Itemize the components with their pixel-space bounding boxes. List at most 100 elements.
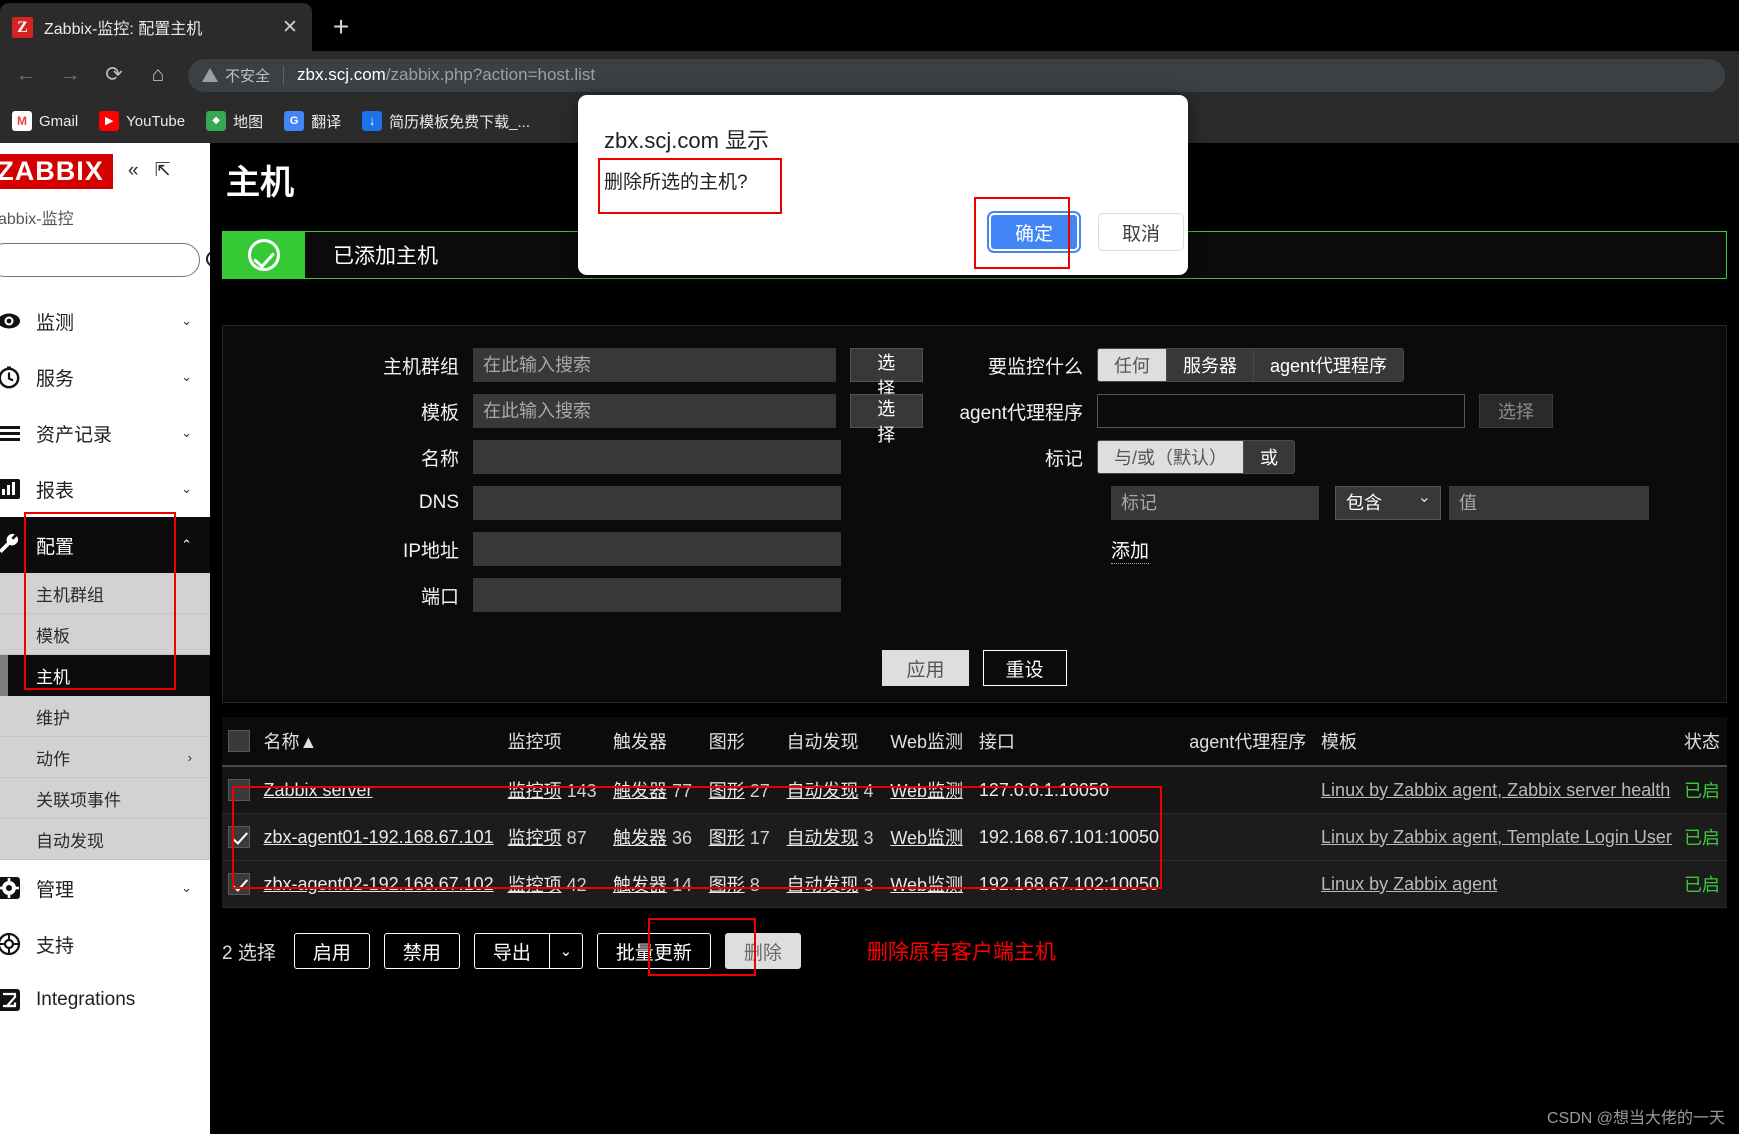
sidebar-item-services[interactable]: 服务 ⌄	[0, 349, 210, 405]
templates-select-button[interactable]: 选择	[849, 394, 923, 445]
items-link[interactable]: 监控项	[508, 781, 562, 801]
collapse-sidebar-icon[interactable]: «	[128, 161, 139, 180]
tag-value-input[interactable]	[1449, 486, 1649, 520]
check-circle-icon	[248, 239, 280, 271]
tag-name-input[interactable]	[1111, 486, 1319, 520]
sidebar-subitem-event-correlation[interactable]: 关联项事件	[0, 778, 210, 819]
proxy-input[interactable]	[1097, 394, 1465, 428]
sidebar-subitem-actions[interactable]: 动作 ›	[0, 737, 210, 778]
enable-button[interactable]: 启用	[293, 933, 370, 969]
graphs-link[interactable]: 图形	[709, 875, 745, 895]
monitored-by-option-any[interactable]: 任何	[1097, 348, 1167, 382]
host-groups-select-button[interactable]: 选择	[849, 348, 923, 399]
javascript-confirm-dialog: zbx.scj.com 显示 删除所选的主机? 确定 取消	[578, 95, 1188, 275]
items-link[interactable]: 监控项	[508, 828, 562, 848]
sidebar-item-administration[interactable]: 管理 ⌄	[0, 860, 210, 916]
bookmark-gmail[interactable]: M Gmail	[4, 107, 86, 135]
search-input[interactable]	[7, 251, 206, 269]
ip-address-input[interactable]	[473, 532, 841, 566]
monitored-by-option-proxy[interactable]: agent代理程序	[1254, 348, 1405, 382]
back-icon[interactable]: ←	[8, 57, 44, 93]
subitem-label: 关联项事件	[36, 790, 121, 810]
filter-label: DNS	[418, 492, 459, 513]
col-header-name[interactable]: 名称▲	[257, 717, 502, 767]
web-link[interactable]: Web监测	[890, 828, 963, 848]
web-link[interactable]: Web监测	[890, 875, 963, 895]
bookmark-translate[interactable]: G 翻译	[276, 107, 349, 136]
row-checkbox[interactable]	[228, 779, 250, 802]
bookmark-youtube[interactable]: ▶ YouTube	[91, 107, 193, 135]
select-all-checkbox[interactable]	[228, 730, 250, 753]
sidebar-item-monitoring[interactable]: 监测 ⌄	[0, 293, 210, 349]
sidebar-subitem-templates[interactable]: 模板	[0, 614, 210, 655]
sidebar-item-support[interactable]: 支持	[0, 916, 210, 972]
discovery-link[interactable]: 自动发现	[787, 828, 859, 848]
triggers-link[interactable]: 触发器	[613, 781, 667, 801]
triggers-link[interactable]: 触发器	[613, 875, 667, 895]
sidebar-item-configuration[interactable]: 配置 ⌃	[0, 517, 210, 573]
chevron-right-icon: ›	[187, 749, 192, 765]
close-tab-icon[interactable]: ✕	[278, 16, 302, 39]
templates-input[interactable]	[473, 394, 836, 428]
row-checkbox[interactable]	[228, 873, 250, 896]
host-name-link[interactable]: zbx-agent02-192.168.67.102	[264, 874, 494, 894]
tag-condition-select[interactable]: 包含	[1335, 486, 1441, 520]
sidebar-item-reports[interactable]: 报表 ⌄	[0, 461, 210, 517]
delete-button[interactable]: 删除	[724, 933, 801, 969]
mass-update-button[interactable]: 批量更新	[596, 933, 711, 969]
items-link[interactable]: 监控项	[508, 875, 562, 895]
sidebar-item-inventory[interactable]: 资产记录 ⌄	[0, 405, 210, 461]
host-name-link[interactable]: Zabbix server	[264, 780, 373, 800]
row-triggers-cell: 触发器 77	[606, 766, 703, 814]
monitored-by-option-server[interactable]: 服务器	[1167, 348, 1254, 382]
templates-link[interactable]: Linux by Zabbix agent	[1321, 874, 1497, 894]
dialog-cancel-button[interactable]: 取消	[1098, 213, 1184, 251]
templates-link[interactable]: Linux by Zabbix agent, Zabbix server hea…	[1321, 780, 1670, 800]
row-checkbox[interactable]	[228, 826, 250, 849]
web-link[interactable]: Web监测	[890, 781, 963, 801]
add-tag-link[interactable]: 添加	[1111, 536, 1150, 564]
chevron-down-icon[interactable]: ⌄	[548, 933, 583, 969]
templates-link[interactable]: Linux by Zabbix agent, Template Login Us…	[1321, 827, 1672, 847]
disable-button[interactable]: 禁用	[383, 933, 460, 969]
reload-icon[interactable]: ⟳	[96, 57, 132, 93]
sidebar-subitem-hosts[interactable]: 主机	[0, 655, 210, 696]
port-input[interactable]	[473, 578, 841, 612]
status-badge[interactable]: 已启	[1684, 781, 1720, 801]
forward-icon[interactable]: →	[52, 57, 88, 93]
tag-operator-or[interactable]: 或	[1244, 440, 1296, 474]
dialog-ok-button[interactable]: 确定	[987, 211, 1081, 253]
zabbix-logo[interactable]: ZABBIX	[0, 154, 113, 189]
sidebar-subitem-host-groups[interactable]: 主机群组	[0, 573, 210, 614]
host-groups-input[interactable]	[473, 348, 836, 382]
tag-operator-andor[interactable]: 与/或（默认）	[1097, 440, 1245, 474]
sidebar-subitem-maintenance[interactable]: 维护	[0, 696, 210, 737]
sidebar-item-integrations[interactable]: Integrations	[0, 972, 210, 1028]
discovery-count: 3	[863, 875, 874, 895]
bookmark-maps[interactable]: ◆ 地图	[198, 107, 271, 136]
sidebar-search[interactable]	[0, 243, 210, 277]
new-tab-button[interactable]: +	[324, 11, 358, 45]
graphs-link[interactable]: 图形	[709, 828, 745, 848]
status-badge[interactable]: 已启	[1684, 875, 1720, 895]
status-badge[interactable]: 已启	[1684, 828, 1720, 848]
apply-button[interactable]: 应用	[882, 650, 969, 686]
graphs-link[interactable]: 图形	[709, 781, 745, 801]
reset-button[interactable]: 重设	[982, 650, 1067, 686]
discovery-link[interactable]: 自动发现	[787, 875, 859, 895]
browser-tab[interactable]: Z Zabbix-监控: 配置主机 ✕	[0, 3, 312, 51]
dns-input[interactable]	[473, 486, 841, 520]
address-bar[interactable]: 不安全 zbx.scj.com/zabbix.php?action=host.l…	[188, 58, 1725, 92]
security-indicator[interactable]: 不安全	[202, 65, 270, 86]
sidebar-subitem-discovery[interactable]: 自动发现	[0, 819, 210, 860]
bookmark-download[interactable]: ↓ 简历模板免费下载_...	[354, 107, 538, 136]
discovery-link[interactable]: 自动发现	[787, 781, 859, 801]
hide-sidebar-icon[interactable]: ⇱	[155, 161, 171, 180]
proxy-select-button[interactable]: 选择	[1479, 394, 1553, 428]
home-icon[interactable]: ⌂	[140, 57, 176, 93]
export-button[interactable]: 导出	[473, 933, 549, 969]
name-input[interactable]	[473, 440, 841, 474]
triggers-link[interactable]: 触发器	[613, 828, 667, 848]
tag-condition-row: 包含	[1111, 486, 1726, 520]
host-name-link[interactable]: zbx-agent01-192.168.67.101	[264, 827, 494, 847]
